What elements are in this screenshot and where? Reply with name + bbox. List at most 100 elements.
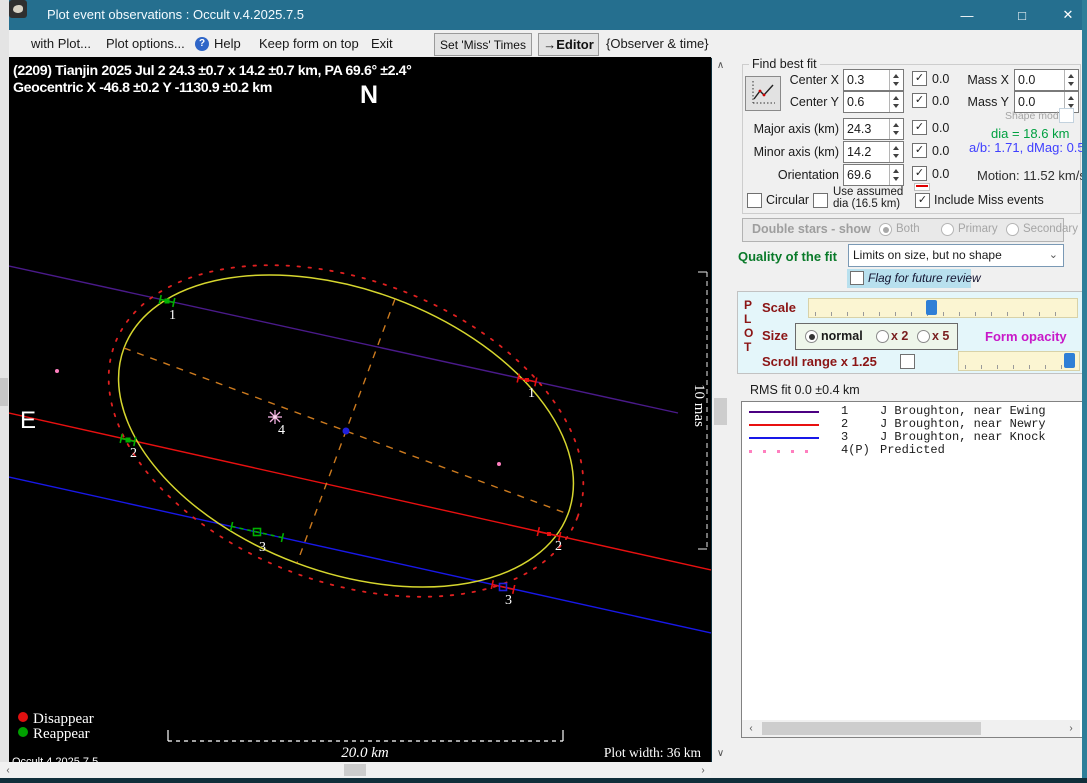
form-opacity-slider-thumb[interactable] — [1064, 353, 1075, 368]
double-primary-radio[interactable] — [941, 223, 954, 236]
include-miss-checkbox[interactable]: ✓ — [915, 193, 930, 208]
maximize-button[interactable]: □ — [999, 0, 1045, 30]
scroll-up-icon[interactable]: ∧ — [712, 57, 729, 74]
disappear-legend-label: Disappear — [33, 711, 94, 727]
plot-title-line1: (2209) Tianjin 2025 Jul 2 24.3 ±0.7 x 14… — [13, 63, 412, 79]
orientation-spinner[interactable]: 69.6 — [843, 164, 904, 186]
orientation-red-mark — [914, 183, 930, 191]
flag-review-checkbox[interactable] — [850, 271, 864, 285]
menu-help[interactable]: Help — [214, 36, 241, 51]
size-label: Size — [762, 328, 788, 343]
size-normal-radio[interactable] — [805, 330, 818, 343]
close-button[interactable]: ✕ — [1045, 0, 1087, 30]
orientation-fit-checkbox[interactable]: ✓ — [912, 166, 927, 181]
menu-keep-on-top[interactable]: Keep form on top — [259, 36, 359, 51]
mass-x-spinner[interactable]: 0.0 — [1014, 69, 1079, 91]
center-y-error: 0.0 — [932, 94, 949, 108]
quality-combobox[interactable]: Limits on size, but no shape ⌄ — [848, 244, 1064, 267]
chord-2-disappear-label: 2 — [555, 539, 562, 554]
scroll-range-checkbox[interactable] — [900, 354, 915, 369]
use-assumed-label-1: Use assumed — [833, 186, 903, 198]
form-opacity-label: Form opacity — [985, 329, 1067, 344]
double-secondary-label: Secondary — [1023, 223, 1078, 235]
control-panel: Find best fit Center X 0.3 ✓ 0.0 Center … — [729, 57, 1087, 778]
center-x-label: Center X — [759, 73, 839, 87]
form-opacity-slider-ticks — [965, 365, 1073, 369]
predicted-label: 4 — [278, 423, 285, 438]
scale-slider-thumb[interactable] — [926, 300, 937, 315]
plot-horizontal-scrollbar[interactable]: ‹ › — [0, 762, 711, 778]
major-axis-spinner[interactable]: 24.3 — [843, 118, 904, 140]
form-opacity-slider[interactable] — [958, 351, 1080, 371]
scale-label: Scale — [762, 300, 796, 315]
circular-label: Circular — [766, 193, 809, 207]
reappear-legend-dot — [18, 727, 28, 737]
center-y-spinner[interactable]: 0.6 — [843, 91, 904, 113]
horizontal-scroll-thumb[interactable] — [344, 764, 366, 776]
observer-listbox[interactable]: 1 J Broughton, near Ewing 2 J Broughton,… — [741, 401, 1083, 738]
occultation-plot[interactable]: 1 1 2 2 3 3 4 10 mas 20.0 km Disappear R… — [9, 57, 711, 762]
window-title: Plot event observations : Occult v.4.202… — [47, 7, 304, 22]
north-label: N — [360, 81, 378, 109]
scale-slider-ticks — [815, 312, 1071, 316]
plot-vertical-scrollbar[interactable]: ∧ ∨ — [712, 57, 729, 762]
scroll-down-icon[interactable]: ∨ — [712, 745, 729, 762]
menu-with-plot[interactable]: with Plot... — [31, 36, 91, 51]
plot-letter-p: P — [744, 298, 752, 312]
km-scale-label: 20.0 km — [341, 745, 389, 761]
shape-model-checkbox[interactable] — [1059, 108, 1074, 123]
vertical-scroll-thumb[interactable] — [714, 398, 727, 425]
chord-1-disappear-label: 1 — [528, 386, 535, 401]
east-label: E — [20, 407, 36, 434]
scale-slider[interactable] — [808, 298, 1078, 318]
center-x-fit-checkbox[interactable]: ✓ — [912, 71, 927, 86]
menu-bar: with Plot... Plot options... ? Help Keep… — [9, 30, 1082, 58]
minor-axis-fit-checkbox[interactable]: ✓ — [912, 143, 927, 158]
list-scroll-left-icon[interactable]: ‹ — [744, 720, 758, 737]
list-scroll-thumb[interactable] — [762, 722, 981, 735]
center-x-spinner[interactable]: 0.3 — [843, 69, 904, 91]
plot-background — [9, 57, 711, 762]
major-axis-error: 0.0 — [932, 121, 949, 135]
plot-letter-t: T — [744, 340, 751, 354]
double-both-radio[interactable] — [879, 223, 892, 236]
chevron-down-icon: ⌄ — [1049, 248, 1058, 261]
scroll-left-icon[interactable]: ‹ — [0, 762, 16, 778]
size-x2-radio[interactable] — [876, 330, 889, 343]
scroll-right-icon[interactable]: › — [695, 762, 711, 778]
observer-1-name: J Broughton, near Ewing — [880, 404, 1046, 418]
chord-2-reappear-label: 2 — [130, 446, 137, 461]
help-icon[interactable]: ? — [195, 37, 209, 51]
chord-3-disappear-label: 3 — [505, 593, 512, 608]
flag-review-label: Flag for future review — [868, 271, 981, 285]
observer-2-number: 2 — [841, 417, 848, 431]
set-miss-times-button[interactable]: Set 'Miss' Times — [434, 33, 532, 56]
editor-button[interactable]: →Editor — [538, 33, 599, 56]
menu-exit[interactable]: Exit — [371, 36, 393, 51]
center-y-fit-checkbox[interactable]: ✓ — [912, 93, 927, 108]
circular-checkbox[interactable] — [747, 193, 762, 208]
ab-dmag-value: a/b: 1.71, dMag: 0.58 — [969, 140, 1087, 155]
occult-window: Plot event observations : Occult v.4.202… — [0, 0, 1087, 783]
size-x5-label: x 5 — [932, 329, 949, 343]
plot-letter-o: O — [744, 326, 753, 340]
observer-4-name: Predicted — [880, 443, 945, 457]
app-icon — [9, 0, 27, 18]
size-x5-radio[interactable] — [917, 330, 930, 343]
major-axis-fit-checkbox[interactable]: ✓ — [912, 120, 927, 135]
observer-3-name: J Broughton, near Knock — [880, 430, 1046, 444]
title-bar[interactable]: Plot event observations : Occult v.4.202… — [9, 0, 1082, 30]
double-secondary-radio[interactable] — [1006, 223, 1019, 236]
rms-fit-label: RMS fit 0.0 ±0.4 km — [750, 383, 860, 397]
menu-plot-options[interactable]: Plot options... — [106, 36, 185, 51]
minimize-button[interactable]: — — [944, 0, 990, 30]
mass-x-label: Mass X — [959, 73, 1009, 87]
shape-model-label: Shape model — [1005, 110, 1067, 122]
major-axis-label: Major axis (km) — [739, 122, 839, 136]
plot-title-line2: Geocentric X -46.8 ±0.2 Y -1130.9 ±0.2 k… — [13, 80, 272, 96]
listbox-horizontal-scrollbar[interactable]: ‹ › — [742, 720, 1080, 737]
use-assumed-checkbox[interactable] — [813, 193, 828, 208]
observer-4-line-swatch — [749, 450, 819, 453]
minor-axis-spinner[interactable]: 14.2 — [843, 141, 904, 163]
list-scroll-right-icon[interactable]: › — [1064, 720, 1078, 737]
